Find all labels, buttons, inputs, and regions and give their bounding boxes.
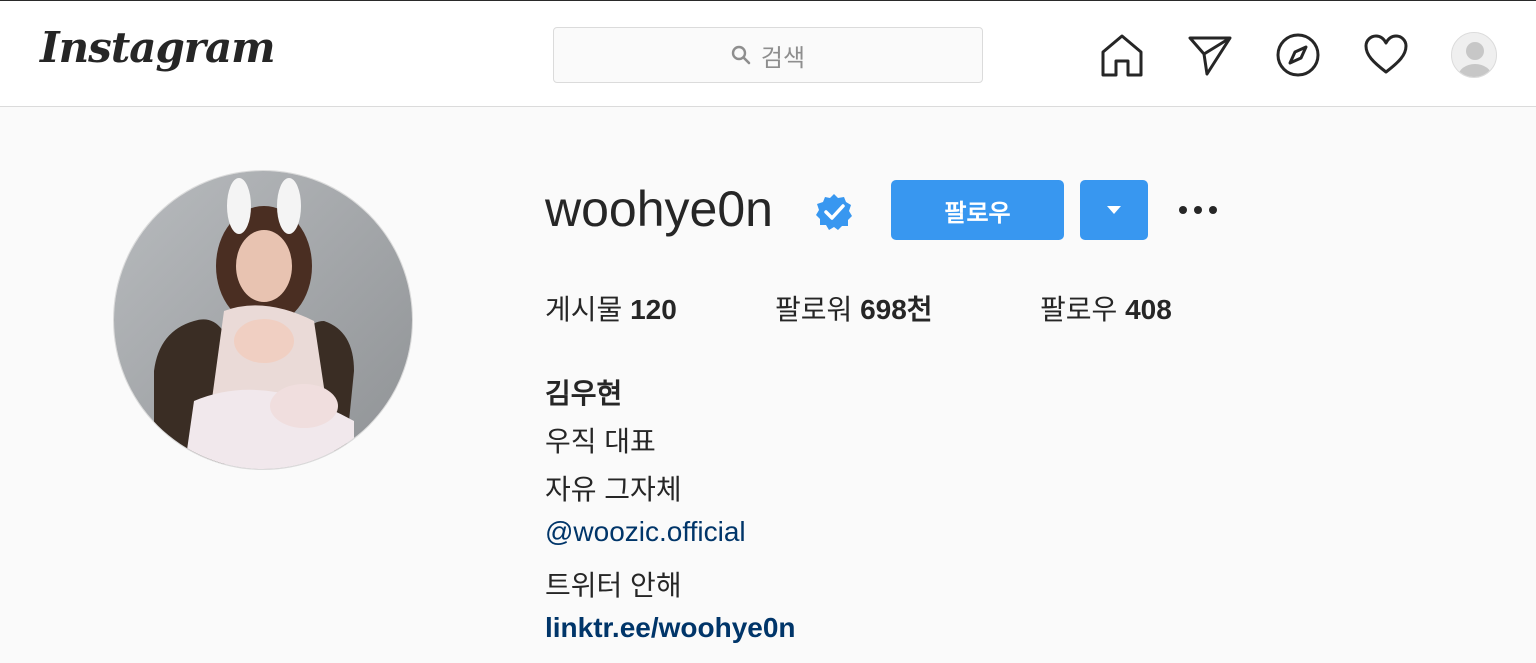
search-icon [731,45,751,65]
followers-count[interactable]: 팔로워 698천 [775,288,933,328]
posts-value: 120 [630,294,677,325]
verified-badge-icon [816,194,852,230]
activity-heart-icon[interactable] [1362,31,1410,79]
following-count[interactable]: 팔로우 408 [1040,288,1172,328]
profile-avatar[interactable] [1451,32,1497,78]
search-input[interactable]: 검색 [553,27,983,83]
caret-down-icon [1107,206,1121,214]
dot-icon [1179,206,1187,214]
top-navigation-bar: Instagram 검색 [0,0,1536,107]
bio-full-name: 김우현 [545,378,623,409]
suggestions-dropdown-button[interactable] [1080,180,1148,240]
bio-line: 트위터 안해 [545,570,682,601]
followers-label: 팔로워 [775,294,853,325]
bio-line: 우직 대표 [545,426,656,457]
explore-compass-icon[interactable] [1274,31,1322,79]
dot-icon [1209,206,1217,214]
profile-picture[interactable] [113,170,413,470]
instagram-logo[interactable]: Instagram [40,23,276,72]
bio-website-link[interactable]: linktr.ee/woohye0n [545,612,796,644]
follow-button[interactable]: 팔로우 [891,180,1064,240]
followers-value: 698천 [860,294,933,325]
bio-mention-link[interactable]: @woozic.official [545,516,746,548]
following-label: 팔로우 [1040,294,1118,325]
posts-count: 게시물 120 [545,288,677,328]
direct-message-icon[interactable] [1186,31,1234,79]
profile-username: woohye0n [545,181,773,237]
home-icon[interactable] [1098,31,1146,79]
bio-line: 자유 그자체 [545,474,682,505]
posts-label: 게시물 [545,294,623,325]
following-value: 408 [1125,294,1172,325]
more-options-button[interactable] [1172,192,1224,228]
dot-icon [1194,206,1202,214]
search-placeholder: 검색 [760,43,806,72]
